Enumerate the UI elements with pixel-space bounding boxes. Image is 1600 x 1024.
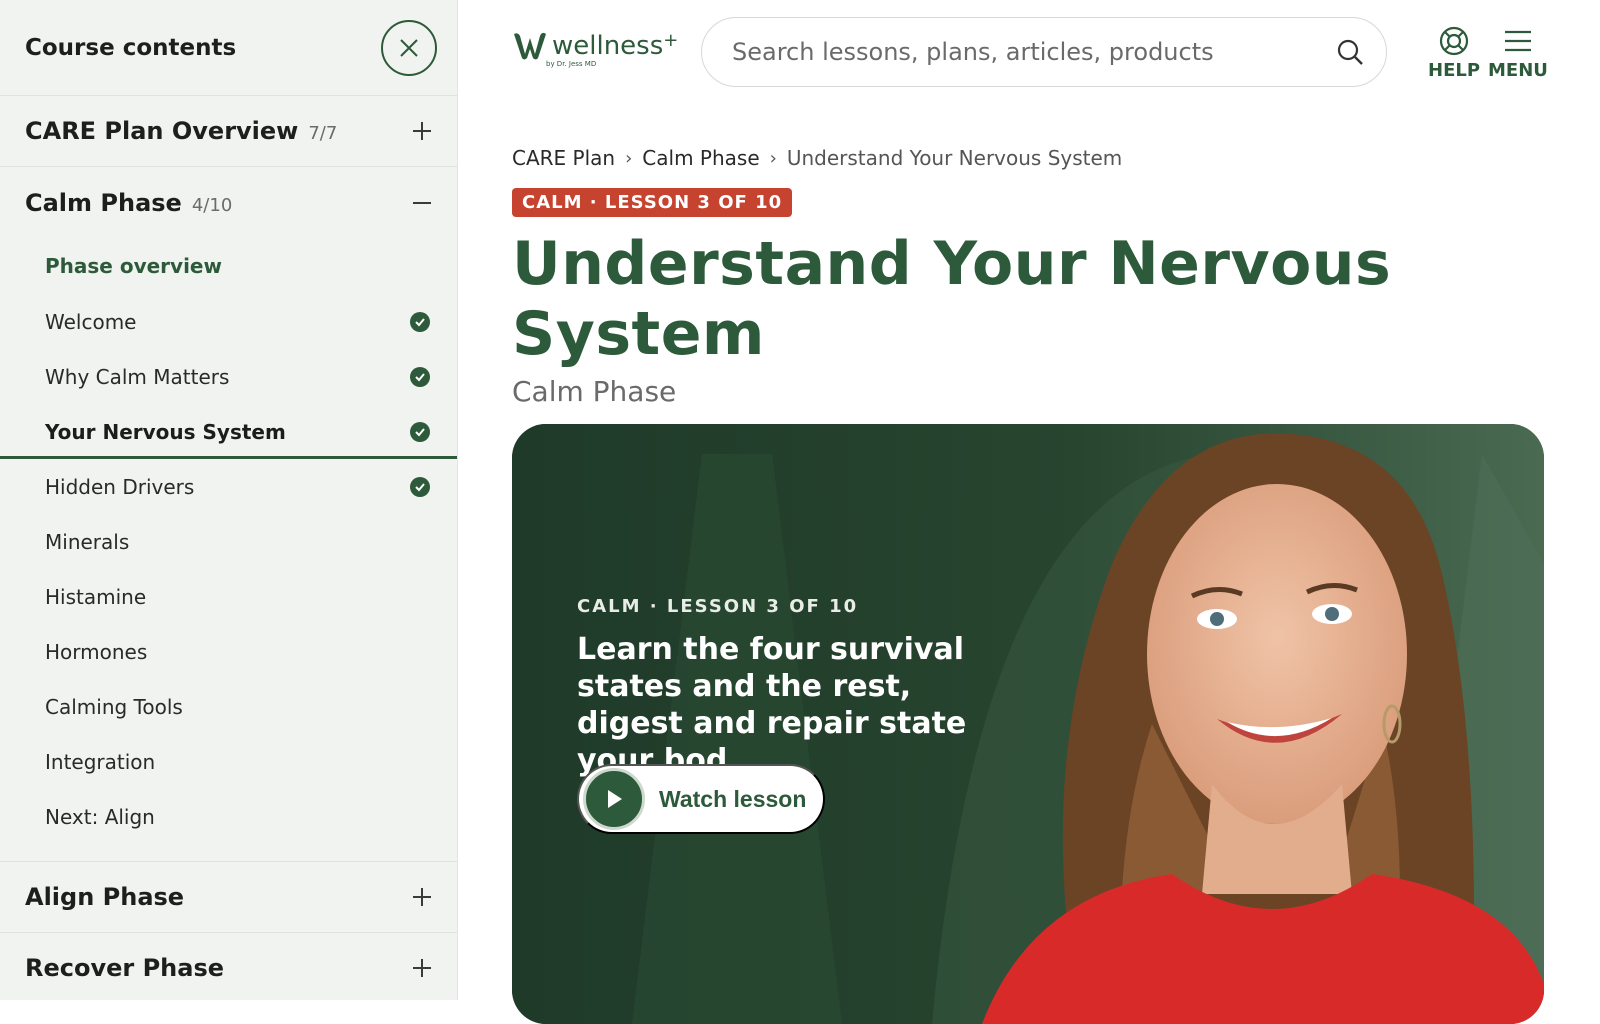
section-title: Align Phase (25, 883, 185, 911)
wellness-logo[interactable]: wellness + (512, 30, 678, 62)
list-divider (0, 844, 457, 862)
section-recover-phase[interactable]: Recover Phase (0, 933, 457, 1000)
completed-check-icon (410, 421, 430, 442)
breadcrumb-care-plan[interactable]: CARE Plan (512, 146, 615, 170)
lesson-item-hidden-drivers[interactable]: Hidden Drivers (0, 459, 457, 514)
breadcrumb: CARE Plan › Calm Phase › Understand Your… (512, 146, 1560, 170)
logo-plus: + (663, 30, 679, 51)
search-bar[interactable] (701, 17, 1387, 87)
section-title: CARE Plan Overview (25, 117, 299, 145)
course-contents-sidebar: Course contents CARE Plan Overview 7/7 C… (0, 0, 458, 1000)
section-title: Calm Phase (25, 188, 182, 217)
lesson-label: Integration (45, 749, 156, 774)
lesson-item-next-align[interactable]: Next: Align (0, 789, 457, 844)
section-calm-phase[interactable]: Calm Phase 4/10 (0, 167, 457, 238)
lesson-item-histamine[interactable]: Histamine (0, 569, 457, 624)
collapse-minus-icon[interactable] (411, 192, 433, 214)
hero-description: Learn the four survival states and the r… (577, 632, 967, 778)
logo-text: wellness (552, 31, 664, 61)
section-count: 4/10 (191, 194, 233, 216)
lifebuoy-icon (1439, 26, 1469, 56)
lesson-item-integration[interactable]: Integration (0, 734, 457, 789)
watch-lesson-button[interactable]: Watch lesson (577, 764, 825, 834)
play-icon (583, 768, 645, 830)
search-icon[interactable] (1336, 38, 1364, 66)
expand-plus-icon[interactable] (411, 886, 433, 908)
menu-button[interactable]: MENU (1488, 26, 1548, 81)
sidebar-title: Course contents (25, 34, 237, 61)
lesson-item-hormones[interactable]: Hormones (0, 624, 457, 679)
lesson-main: CARE Plan › Calm Phase › Understand Your… (512, 104, 1560, 408)
chevron-right-icon: › (769, 147, 777, 169)
completed-check-icon (410, 366, 430, 387)
close-sidebar-button[interactable] (381, 19, 437, 76)
lesson-label: Hidden Drivers (45, 474, 195, 499)
lesson-label: Why Calm Matters (45, 364, 230, 389)
hero-text-block: CALM · LESSON 3 OF 10 Learn the four sur… (577, 596, 997, 779)
lesson-item-your-nervous-system[interactable]: Your Nervous System (0, 404, 457, 459)
watch-lesson-label: Watch lesson (659, 785, 807, 812)
section-title: Recover Phase (25, 954, 225, 982)
lesson-item-phase-overview[interactable]: Phase overview (0, 238, 457, 294)
lesson-item-welcome[interactable]: Welcome (0, 294, 457, 349)
section-align-phase[interactable]: Align Phase (0, 862, 457, 933)
section-count: 7/7 (308, 123, 338, 144)
lesson-item-minerals[interactable]: Minerals (0, 514, 457, 569)
lesson-item-why-calm-matters[interactable]: Why Calm Matters (0, 349, 457, 404)
logo-w-icon (514, 32, 546, 60)
lesson-label: Calming Tools (45, 694, 183, 719)
expand-plus-icon[interactable] (411, 957, 433, 979)
page-subtitle: Calm Phase (512, 375, 677, 408)
section-care-plan-overview[interactable]: CARE Plan Overview 7/7 (0, 96, 457, 167)
lesson-badge: CALM · LESSON 3 OF 10 (512, 188, 793, 217)
expand-plus-icon[interactable] (411, 120, 433, 142)
calm-phase-lesson-list: Phase overview Welcome Why Calm Matters … (0, 238, 457, 862)
logo-subtitle: by Dr. Jess MD (546, 60, 597, 68)
menu-label: MENU (1488, 60, 1548, 81)
chevron-right-icon: › (625, 147, 633, 169)
completed-check-icon (410, 476, 430, 497)
lesson-label: Next: Align (45, 804, 155, 829)
breadcrumb-current: Understand Your Nervous System (786, 146, 1123, 170)
hamburger-icon (1504, 30, 1531, 52)
top-header: wellness + by Dr. Jess MD HELP MENU (458, 0, 1600, 104)
help-button[interactable]: HELP (1428, 26, 1480, 81)
breadcrumb-calm-phase[interactable]: Calm Phase (642, 146, 759, 170)
page-title: Understand Your Nervous System (512, 229, 1392, 369)
close-icon (400, 38, 418, 57)
lesson-label: Your Nervous System (45, 419, 286, 444)
lesson-label: Phase overview (45, 254, 222, 278)
help-label: HELP (1428, 60, 1481, 81)
lesson-label: Histamine (45, 584, 147, 609)
completed-check-icon (410, 311, 430, 332)
sidebar-header: Course contents (0, 0, 457, 96)
search-input[interactable] (732, 38, 1336, 66)
hero-eyebrow: CALM · LESSON 3 OF 10 (577, 596, 859, 617)
lesson-item-calming-tools[interactable]: Calming Tools (0, 679, 457, 734)
lesson-video-hero[interactable]: CALM · LESSON 3 OF 10 Learn the four sur… (512, 424, 1544, 1024)
lesson-label: Minerals (45, 529, 130, 554)
lesson-label: Hormones (45, 639, 148, 664)
lesson-label: Welcome (45, 309, 137, 334)
